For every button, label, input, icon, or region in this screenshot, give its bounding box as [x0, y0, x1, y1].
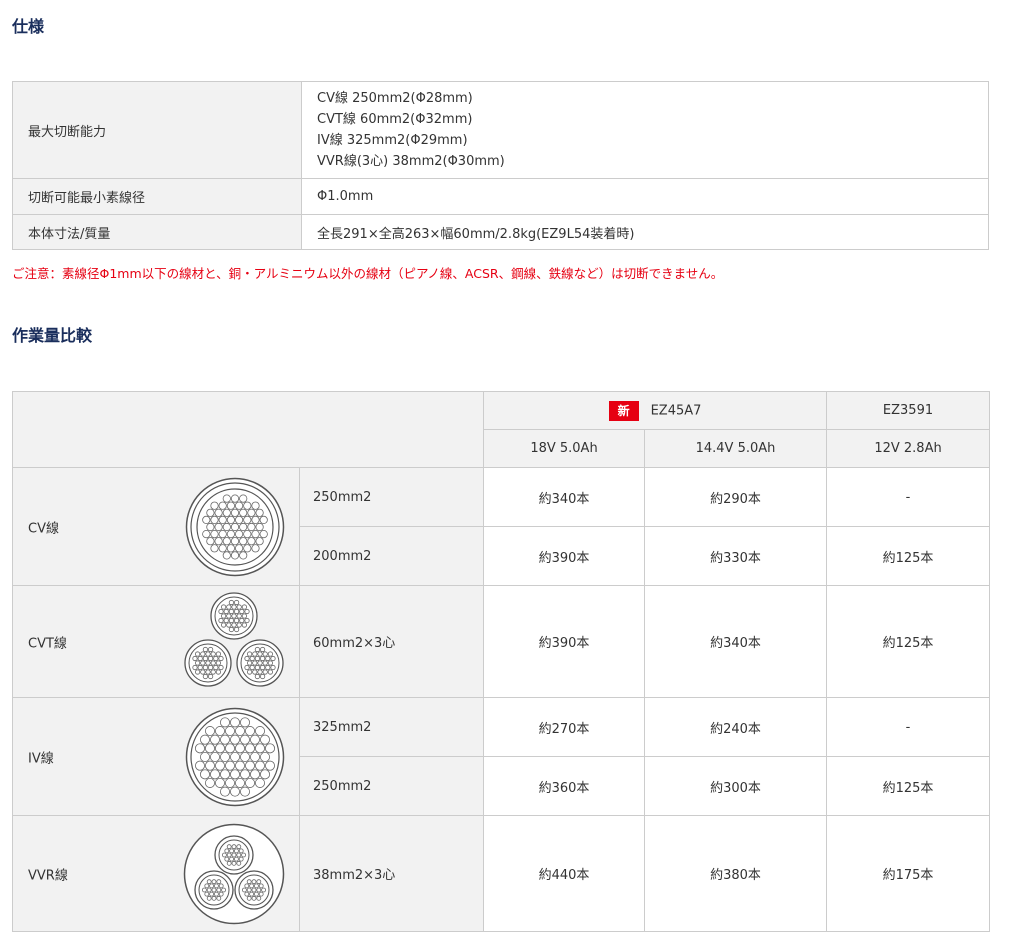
count-value: 約125本	[826, 756, 991, 816]
cable-name: IV線	[28, 751, 54, 766]
spec-row-max-cut: 最大切断能力 CV線 250mm2(Φ28mm) CVT線 60mm2(Φ32m…	[12, 81, 989, 179]
cable-name-cell: CVT線	[12, 585, 300, 698]
count-value: 約125本	[826, 526, 991, 586]
cable-size: 325mm2	[299, 697, 484, 757]
spec-line: CVT線 60mm2(Φ32mm)	[317, 112, 473, 127]
count-value: 約340本	[643, 585, 828, 698]
spec-label: 本体寸法/質量	[12, 214, 302, 250]
count-value: 約175本	[826, 815, 991, 932]
spec-line: CV線 250mm2(Φ28mm)	[317, 91, 473, 106]
count-value: 約240本	[643, 697, 828, 757]
cable-name-cell: VVR線	[12, 815, 300, 932]
table-row: CV線 250mm2 約340本 約290本 -	[12, 467, 991, 586]
table-row: IV線 325mm2 約270本 約240本 -	[12, 697, 991, 816]
cable-name-cell: CV線	[12, 467, 300, 586]
vvr-cable-icon	[183, 823, 285, 924]
model-name: EZ45A7	[650, 403, 702, 418]
spec-row-dimensions: 本体寸法/質量 全長291×全高263×幅60mm/2.8kg(EZ9L54装着…	[12, 214, 989, 250]
spec-value: 全長291×全高263×幅60mm/2.8kg(EZ9L54装着時)	[301, 214, 989, 250]
battery-header: 12V 2.8Ah	[826, 429, 991, 468]
count-value: 約290本	[643, 467, 828, 527]
header-blank-cell	[12, 391, 484, 468]
count-value: 約360本	[483, 756, 645, 816]
table-row: VVR線 38mm2×3心 約440本 約380本 約175本	[12, 815, 991, 932]
cable-size: 38mm2×3心	[299, 815, 484, 932]
header-row-models: 新 EZ45A7 EZ3591	[12, 391, 991, 468]
spec-line: VVR線(3心) 38mm2(Φ30mm)	[317, 154, 505, 169]
battery-header: 14.4V 5.0Ah	[643, 429, 828, 468]
comparison-section-title: 作業量比較	[12, 326, 93, 345]
spec-value: Φ1.0mm	[301, 178, 989, 215]
cable-size: 60mm2×3心	[299, 585, 484, 698]
count-value: 約300本	[643, 756, 828, 816]
new-badge: 新	[608, 400, 639, 421]
cv-cable-icon	[185, 477, 285, 576]
count-value: 約380本	[643, 815, 828, 932]
cable-name: VVR線	[28, 868, 68, 883]
count-value: -	[826, 697, 991, 757]
spec-section-title: 仕様	[12, 17, 45, 36]
cable-name: CV線	[28, 521, 59, 536]
count-value: 約330本	[643, 526, 828, 586]
cable-name: CVT線	[28, 636, 67, 651]
spec-value: CV線 250mm2(Φ28mm) CVT線 60mm2(Φ32mm) IV線 …	[301, 81, 989, 179]
count-value: 約440本	[483, 815, 645, 932]
spec-table: 最大切断能力 CV線 250mm2(Φ28mm) CVT線 60mm2(Φ32m…	[12, 81, 989, 250]
cable-size: 250mm2	[299, 467, 484, 527]
battery-header: 18V 5.0Ah	[483, 429, 645, 468]
spec-row-min-wire: 切断可能最小素線径 Φ1.0mm	[12, 178, 989, 215]
count-value: 約340本	[483, 467, 645, 527]
spec-label: 最大切断能力	[12, 81, 302, 179]
cable-size: 200mm2	[299, 526, 484, 586]
cable-size: 250mm2	[299, 756, 484, 816]
iv-cable-icon	[185, 707, 285, 806]
count-value: 約125本	[826, 585, 991, 698]
count-value: 約390本	[483, 585, 645, 698]
spec-line: IV線 325mm2(Φ29mm)	[317, 133, 468, 148]
table-row: CVT線 60mm2×3心 約390本 約340本 約125本	[12, 585, 991, 698]
caution-note: ご注意：素線径Φ1mm以下の線材と、銅・アルミニウム以外の線材（ピアノ線、ACS…	[12, 266, 724, 281]
count-value: 約390本	[483, 526, 645, 586]
count-value: -	[826, 467, 991, 527]
model-header-ez45a7: 新 EZ45A7	[482, 391, 828, 430]
count-value: 約270本	[483, 697, 645, 757]
spec-label: 切断可能最小素線径	[12, 178, 302, 215]
comparison-table: 新 EZ45A7 EZ3591 18V 5.0Ah 14.4V 5.0Ah 12V…	[12, 391, 991, 932]
model-header-ez3591: EZ3591	[826, 391, 991, 430]
cvt-cable-icon	[184, 591, 284, 687]
cable-name-cell: IV線	[12, 697, 300, 816]
